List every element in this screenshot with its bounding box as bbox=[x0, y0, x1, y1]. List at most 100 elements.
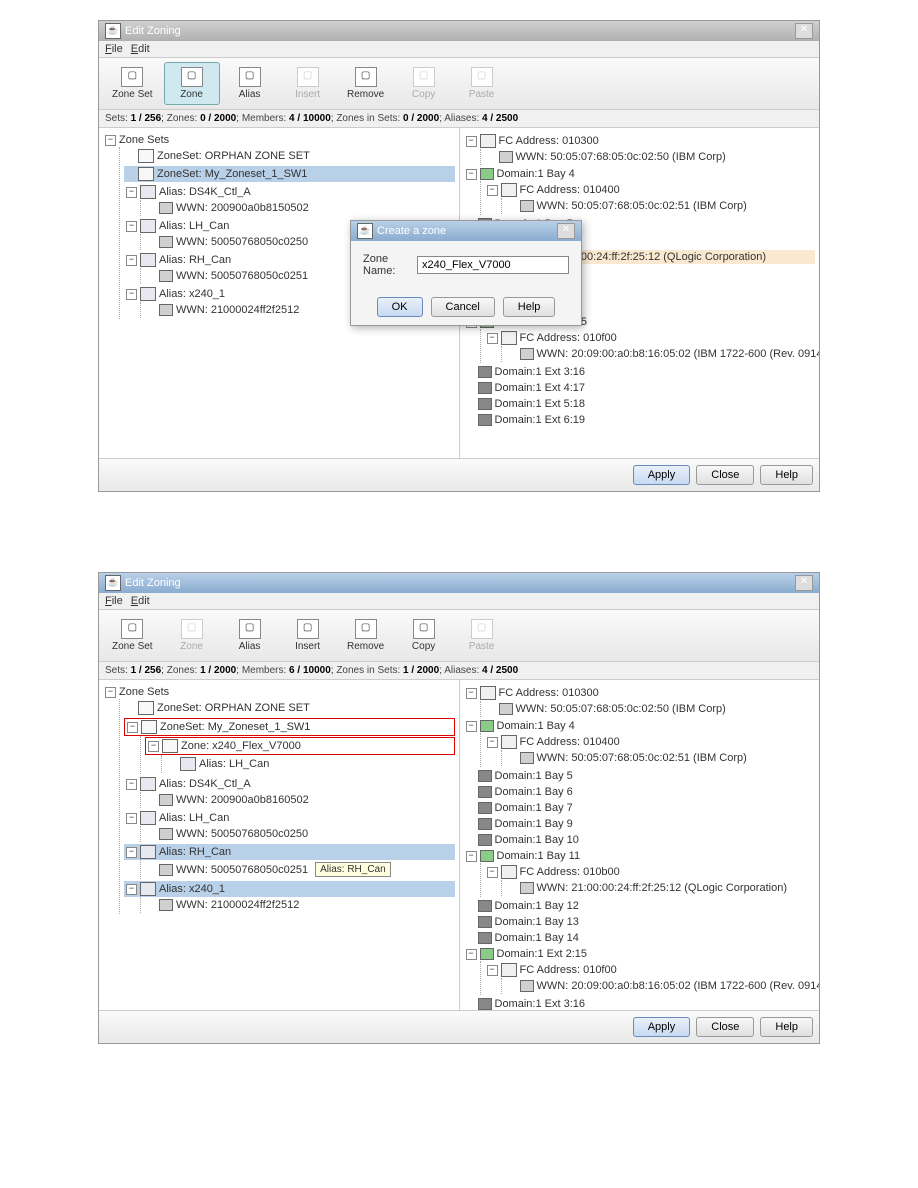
toolbar-alias[interactable]: ▢Alias bbox=[222, 614, 278, 657]
tree-node[interactable]: WWN: 50:05:07:68:05:0c:02:50 (IBM Corp) bbox=[485, 701, 816, 717]
tree-node[interactable]: −FC Address: 010400WWN: 50:05:07:68:05:0… bbox=[485, 181, 816, 215]
tree-toggle[interactable]: − bbox=[466, 136, 477, 147]
tree-node[interactable]: −ZoneSet: My_Zoneset_1_SW1−Zone: x240_Fl… bbox=[124, 717, 455, 775]
apply-button[interactable]: Apply bbox=[633, 465, 691, 485]
tree-node[interactable]: Domain:1 Bay 6 bbox=[464, 784, 816, 800]
tree-node[interactable]: −FC Address: 010b00WWN: 21:00:00:24:ff:2… bbox=[485, 863, 816, 897]
tree-toggle[interactable]: − bbox=[487, 965, 498, 976]
menu-file[interactable]: File bbox=[105, 43, 123, 55]
tree-node[interactable]: −Alias: DS4K_Ctl_AWWN: 200900a0b8160502 bbox=[124, 775, 455, 809]
tree-node[interactable]: Domain:1 Ext 3:16 bbox=[464, 364, 816, 380]
menu-file[interactable]: File bbox=[105, 595, 123, 607]
tree-toggle[interactable]: − bbox=[487, 185, 498, 196]
tree-toggle[interactable]: − bbox=[466, 721, 477, 732]
ok-button[interactable]: OK bbox=[377, 297, 423, 317]
tree-node[interactable]: −FC Address: 010f00WWN: 20:09:00:a0:b8:1… bbox=[485, 329, 816, 363]
tree-toggle[interactable]: − bbox=[126, 779, 137, 790]
tree-toggle[interactable]: − bbox=[126, 289, 137, 300]
tree-toggle[interactable]: − bbox=[105, 687, 116, 698]
tree-node[interactable]: WWN: 21000024ff2f2512 bbox=[145, 897, 455, 913]
tree-node[interactable]: Domain:1 Bay 7 bbox=[464, 800, 816, 816]
tree-node[interactable]: ZoneSet: ORPHAN ZONE SET bbox=[124, 147, 455, 165]
left-pane[interactable]: −Zone SetsZoneSet: ORPHAN ZONE SET−ZoneS… bbox=[99, 680, 460, 1010]
tree-toggle[interactable]: − bbox=[126, 813, 137, 824]
tree-node[interactable]: WWN: 50:05:07:68:05:0c:02:50 (IBM Corp) bbox=[485, 149, 816, 165]
close-icon[interactable]: ✕ bbox=[557, 223, 575, 239]
tree-node[interactable]: WWN: 50050768050c0251Alias: RH_Can bbox=[145, 860, 455, 879]
tree-toggle[interactable]: − bbox=[466, 169, 477, 180]
tree-node[interactable]: −Alias: RH_CanWWN: 50050768050c0251Alias… bbox=[124, 843, 455, 880]
tree-node[interactable]: −Zone: x240_Flex_V7000Alias: LH_Can bbox=[145, 736, 455, 774]
tree-node[interactable]: Alias: LH_Can bbox=[166, 755, 455, 773]
right-pane[interactable]: −FC Address: 010300WWN: 50:05:07:68:05:0… bbox=[460, 680, 820, 1010]
toolbar-zone[interactable]: ▢Zone bbox=[164, 62, 220, 105]
tree-node[interactable]: WWN: 21:00:00:24:ff:2f:25:12 (QLogic Cor… bbox=[506, 880, 816, 896]
tree-toggle[interactable]: − bbox=[105, 135, 116, 146]
tree-node[interactable]: ZoneSet: ORPHAN ZONE SET bbox=[124, 699, 455, 717]
toolbar-insert[interactable]: ▢Insert bbox=[280, 614, 336, 657]
tree-toggle[interactable]: − bbox=[487, 867, 498, 878]
dialog-help-button[interactable]: Help bbox=[503, 297, 556, 317]
tree-node[interactable]: WWN: 200900a0b8160502 bbox=[145, 792, 455, 808]
help-button[interactable]: Help bbox=[760, 465, 813, 485]
tree-node[interactable]: −Domain:1 Bay 11−FC Address: 010b00WWN: … bbox=[464, 848, 816, 898]
tree-node[interactable]: WWN: 50:05:07:68:05:0c:02:51 (IBM Corp) bbox=[506, 750, 816, 766]
tree-node[interactable]: −FC Address: 010300WWN: 50:05:07:68:05:0… bbox=[464, 684, 816, 718]
tree-node[interactable]: Domain:1 Ext 5:18 bbox=[464, 396, 816, 412]
tree-node[interactable]: ZoneSet: My_Zoneset_1_SW1 bbox=[124, 165, 455, 183]
tree-toggle[interactable]: − bbox=[487, 333, 498, 344]
tree-node[interactable]: −Domain:1 Bay 4−FC Address: 010400WWN: 5… bbox=[464, 718, 816, 768]
close-icon[interactable]: ✕ bbox=[795, 575, 813, 591]
tree-toggle[interactable]: − bbox=[466, 949, 477, 960]
tree-node[interactable]: WWN: 20:09:00:a0:b8:16:05:02 (IBM 1722-6… bbox=[506, 346, 816, 362]
tree-node[interactable]: WWN: 200900a0b8150502 bbox=[145, 200, 455, 216]
tree-toggle[interactable]: − bbox=[466, 851, 477, 862]
tree-node[interactable]: Domain:1 Ext 3:16 bbox=[464, 996, 816, 1010]
tree-node[interactable]: −FC Address: 010f00WWN: 20:09:00:a0:b8:1… bbox=[485, 961, 816, 995]
tree-node[interactable]: WWN: 50:05:07:68:05:0c:02:51 (IBM Corp) bbox=[506, 198, 816, 214]
tree-toggle bbox=[126, 152, 135, 161]
close-icon[interactable]: ✕ bbox=[795, 23, 813, 39]
tree-node[interactable]: −Alias: x240_1WWN: 21000024ff2f2512 bbox=[124, 880, 455, 914]
tree-node[interactable]: Domain:1 Ext 4:17 bbox=[464, 380, 816, 396]
tree-toggle[interactable]: − bbox=[126, 255, 137, 266]
tree-node[interactable]: Domain:1 Bay 14 bbox=[464, 930, 816, 946]
tree-node[interactable]: −Alias: DS4K_Ctl_AWWN: 200900a0b8150502 bbox=[124, 183, 455, 217]
tree-node[interactable]: −Domain:1 Ext 2:15−FC Address: 010f00WWN… bbox=[464, 946, 816, 996]
tree-toggle[interactable]: − bbox=[148, 741, 159, 752]
close-button[interactable]: Close bbox=[696, 465, 754, 485]
cancel-button[interactable]: Cancel bbox=[431, 297, 495, 317]
tree-node[interactable]: WWN: 50050768050c0250 bbox=[145, 826, 455, 842]
tree-toggle[interactable]: − bbox=[127, 722, 138, 733]
tree-node[interactable]: Domain:1 Bay 9 bbox=[464, 816, 816, 832]
help-button[interactable]: Help bbox=[760, 1017, 813, 1037]
tree-node[interactable]: −FC Address: 010300WWN: 50:05:07:68:05:0… bbox=[464, 132, 816, 166]
toolbar-copy[interactable]: ▢Copy bbox=[396, 614, 452, 657]
tree-toggle bbox=[508, 350, 517, 359]
tree-node[interactable]: −FC Address: 010400WWN: 50:05:07:68:05:0… bbox=[485, 733, 816, 767]
menu-edit[interactable]: Edit bbox=[131, 43, 150, 55]
tree-node[interactable]: Domain:1 Bay 13 bbox=[464, 914, 816, 930]
zone-name-input[interactable] bbox=[417, 256, 569, 274]
tree-node[interactable]: WWN: 20:09:00:a0:b8:16:05:02 (IBM 1722-6… bbox=[506, 978, 816, 994]
toolbar-remove[interactable]: ▢Remove bbox=[338, 614, 394, 657]
tree-toggle[interactable]: − bbox=[126, 884, 137, 895]
toolbar-zoneset[interactable]: ▢Zone Set bbox=[103, 614, 162, 657]
tree-node[interactable]: Domain:1 Bay 5 bbox=[464, 768, 816, 784]
tree-node[interactable]: Domain:1 Ext 6:19 bbox=[464, 412, 816, 428]
close-button[interactable]: Close bbox=[696, 1017, 754, 1037]
tree-toggle[interactable]: − bbox=[126, 221, 137, 232]
tree-node[interactable]: Domain:1 Bay 10 bbox=[464, 832, 816, 848]
tree-node[interactable]: −Alias: LH_CanWWN: 50050768050c0250 bbox=[124, 809, 455, 843]
toolbar-remove[interactable]: ▢Remove bbox=[338, 62, 394, 105]
menu-edit[interactable]: Edit bbox=[131, 595, 150, 607]
tree-node[interactable]: −Domain:1 Bay 4−FC Address: 010400WWN: 5… bbox=[464, 166, 816, 216]
tree-toggle[interactable]: − bbox=[126, 847, 137, 858]
apply-button[interactable]: Apply bbox=[633, 1017, 691, 1037]
tree-toggle[interactable]: − bbox=[126, 187, 137, 198]
tree-node[interactable]: Domain:1 Bay 12 bbox=[464, 898, 816, 914]
toolbar-alias[interactable]: ▢Alias bbox=[222, 62, 278, 105]
tree-toggle[interactable]: − bbox=[487, 737, 498, 748]
toolbar-zoneset[interactable]: ▢Zone Set bbox=[103, 62, 162, 105]
tree-toggle[interactable]: − bbox=[466, 688, 477, 699]
